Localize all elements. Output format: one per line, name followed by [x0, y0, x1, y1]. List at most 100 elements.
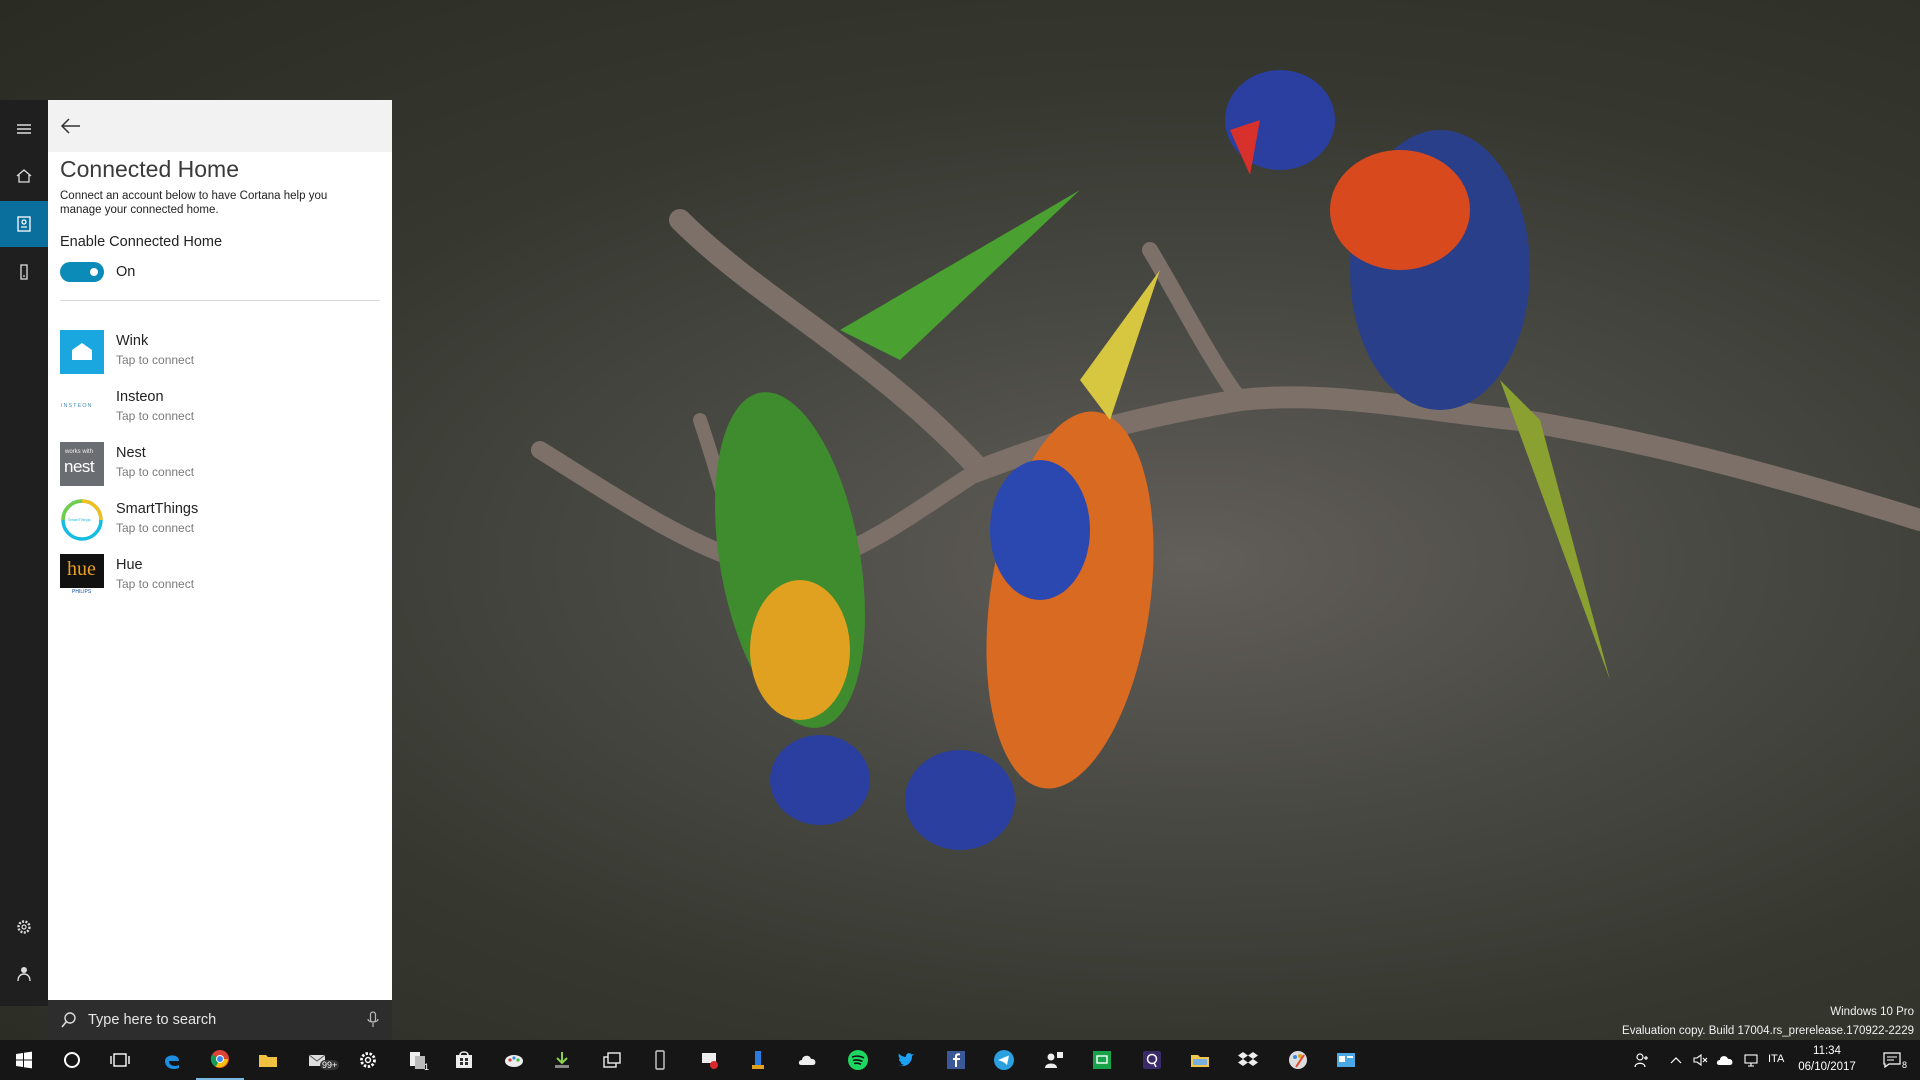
- mail-badge: 99+: [320, 1060, 340, 1070]
- service-status: Tap to connect: [116, 577, 195, 591]
- service-item-wink[interactable]: Wink Tap to connect: [60, 328, 380, 384]
- usb-drive-icon: [752, 1051, 764, 1069]
- clock[interactable]: 11:34 06/10/2017: [1792, 1043, 1862, 1075]
- taskbar: 99+ 1 ITA 11:34 06/10/2017 8: [0, 1040, 1920, 1080]
- taskbar-app-folder2[interactable]: [1176, 1040, 1224, 1080]
- taskbar-app-chrome[interactable]: [196, 1040, 244, 1080]
- onedrive-tray-icon: [1716, 1056, 1733, 1065]
- remote-desktop-icon: [702, 1053, 718, 1069]
- cortana-button[interactable]: [48, 1040, 96, 1080]
- settings-icon[interactable]: [0, 904, 48, 950]
- taskbar-app-edge[interactable]: [148, 1040, 196, 1080]
- menu-icon[interactable]: [0, 106, 48, 152]
- chevron-up-icon: [1670, 1057, 1682, 1064]
- game-bar-icon: [1093, 1051, 1111, 1069]
- service-name: Wink: [116, 333, 149, 349]
- show-hidden-icons-button[interactable]: [1664, 1040, 1688, 1080]
- devices-icon[interactable]: [0, 249, 48, 295]
- service-name: Hue: [116, 557, 143, 573]
- search-box[interactable]: Type here to search: [48, 1000, 392, 1040]
- notification-icon: [1883, 1052, 1901, 1068]
- watermark-edition: Windows 10 Pro: [1830, 1006, 1914, 1018]
- service-name: Insteon: [116, 389, 164, 405]
- enable-toggle[interactable]: [60, 262, 104, 282]
- taskbar-app-control[interactable]: [1322, 1040, 1370, 1080]
- taskbar-app-download[interactable]: [538, 1040, 586, 1080]
- enable-label: Enable Connected Home: [60, 234, 223, 250]
- microphone-icon[interactable]: [366, 1011, 380, 1029]
- taskbar-app-people[interactable]: [1030, 1040, 1078, 1080]
- toggle-knob: [90, 268, 98, 276]
- control-panel-icon: [1337, 1053, 1355, 1067]
- people-icon: [1045, 1052, 1063, 1068]
- input-language[interactable]: ITA: [1768, 1053, 1784, 1065]
- taskbar-app-search-assistant[interactable]: [1128, 1040, 1176, 1080]
- taskbar-app-dropbox[interactable]: [1224, 1040, 1272, 1080]
- service-item-insteon[interactable]: INSTEON Insteon Tap to connect: [60, 384, 380, 440]
- taskbar-app-windows[interactable]: [588, 1040, 636, 1080]
- people-tray-button[interactable]: [1626, 1040, 1658, 1080]
- smartthings-logo-icon: SmartThings: [60, 498, 104, 542]
- taskbar-app-store[interactable]: [440, 1040, 488, 1080]
- panel-header: [48, 100, 392, 152]
- insteon-logo-text: INSTEON: [61, 403, 93, 409]
- task-view-button[interactable]: [96, 1040, 144, 1080]
- phone-icon: [655, 1050, 665, 1070]
- taskbar-app-settings[interactable]: [344, 1040, 392, 1080]
- feedback-icon[interactable]: [0, 951, 48, 997]
- notebook-icon[interactable]: [0, 201, 48, 247]
- hue-logo-text: hue: [67, 558, 96, 580]
- network-icon: [1744, 1054, 1758, 1067]
- nest-logo-icon: works with nest: [60, 442, 104, 486]
- folder-icon: [259, 1055, 277, 1067]
- people-tray-icon: [1634, 1053, 1648, 1068]
- taskbar-app-spotify[interactable]: [834, 1040, 882, 1080]
- service-status: Tap to connect: [116, 353, 195, 367]
- connected-home-panel: Connected Home Connect an account below …: [48, 100, 392, 1000]
- taskbar-app-explorer[interactable]: [244, 1040, 292, 1080]
- cortana-rail: [0, 100, 48, 1006]
- chrome-icon: [210, 1050, 229, 1068]
- network-button[interactable]: [1738, 1040, 1764, 1080]
- service-name: Nest: [116, 445, 146, 461]
- taskbar-app-facebook[interactable]: [932, 1040, 980, 1080]
- task-view-icon: [110, 1053, 130, 1067]
- onedrive-tray-button[interactable]: [1712, 1040, 1738, 1080]
- notification-count: 8: [1901, 1060, 1907, 1070]
- back-button[interactable]: [58, 114, 84, 138]
- home-icon[interactable]: [0, 153, 48, 199]
- taskbar-app-onedrive[interactable]: [784, 1040, 832, 1080]
- watermark-build: Evaluation copy. Build 17004.rs_prerelea…: [1622, 1025, 1914, 1037]
- taskbar-app-phone[interactable]: [636, 1040, 684, 1080]
- volume-muted-icon: [1693, 1053, 1708, 1067]
- service-item-nest[interactable]: works with nest Nest Tap to connect: [60, 440, 380, 496]
- taskbar-app-telegram[interactable]: [980, 1040, 1028, 1080]
- taskbar-app-mail[interactable]: 99+: [294, 1040, 342, 1080]
- store-bag-icon: [456, 1051, 472, 1068]
- cortana-circle-icon: [64, 1052, 80, 1068]
- taskbar-app-paint[interactable]: [490, 1040, 538, 1080]
- taskbar-app-usb[interactable]: [734, 1040, 782, 1080]
- volume-button[interactable]: [1688, 1040, 1712, 1080]
- hue-logo-icon: hue PHILIPS: [60, 554, 104, 598]
- service-item-smartthings[interactable]: SmartThings SmartThings Tap to connect: [60, 496, 380, 552]
- taskbar-app-remote[interactable]: [686, 1040, 734, 1080]
- nest-logo-text: nest: [64, 457, 95, 476]
- gear-icon: [360, 1052, 376, 1068]
- spotify-icon: [848, 1050, 868, 1070]
- taskbar-app-fresh-paint[interactable]: [1274, 1040, 1322, 1080]
- insteon-logo-icon: INSTEON: [60, 386, 104, 430]
- search-input[interactable]: Type here to search: [88, 1012, 216, 1028]
- telegram-icon: [994, 1050, 1014, 1070]
- clock-date: 06/10/2017: [1798, 1061, 1856, 1073]
- service-name: SmartThings: [116, 501, 199, 517]
- service-list: Wink Tap to connect INSTEON Insteon Tap …: [60, 328, 380, 608]
- start-button[interactable]: [0, 1040, 48, 1080]
- service-status: Tap to connect: [116, 465, 195, 479]
- taskbar-app-twitter[interactable]: [882, 1040, 930, 1080]
- taskbar-app-files[interactable]: 1: [394, 1040, 442, 1080]
- service-item-hue[interactable]: hue PHILIPS Hue Tap to connect: [60, 552, 380, 608]
- taskbar-app-xbox[interactable]: [1078, 1040, 1126, 1080]
- search-icon: [61, 1012, 76, 1028]
- smartthings-logo-text: SmartThings: [68, 517, 91, 522]
